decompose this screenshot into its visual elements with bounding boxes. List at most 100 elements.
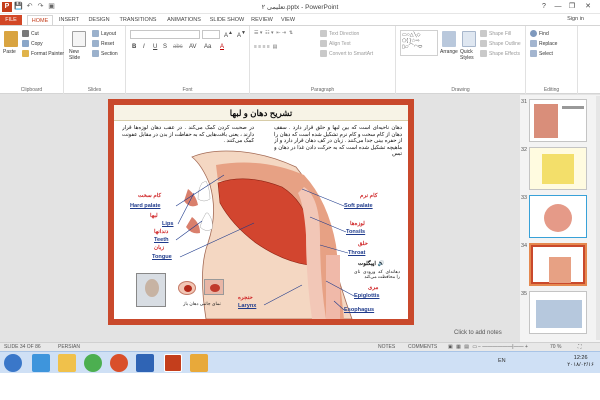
- system-clock[interactable]: 12:26 ۲۰۱۸/۰۲/۱۶: [567, 355, 594, 369]
- bold-button[interactable]: B: [132, 44, 136, 50]
- fit-slide-icon[interactable]: ⛶: [578, 344, 582, 350]
- underline-button[interactable]: U: [153, 44, 157, 50]
- alignment-buttons[interactable]: ≡ ≡ ≡ ≡ ▤: [254, 44, 277, 50]
- paintbrush-icon: [22, 50, 29, 57]
- paste-button[interactable]: Paste: [3, 49, 16, 55]
- thumb-32-image: [542, 154, 574, 184]
- strikethrough-button[interactable]: abc: [173, 44, 183, 50]
- thumb-number-31: 31: [521, 99, 528, 105]
- slide-thumbnail-pane: 31 32 33 34 35: [520, 95, 600, 342]
- copy-button[interactable]: Copy: [22, 40, 43, 47]
- cut-button[interactable]: Cut: [22, 30, 39, 37]
- tab-home[interactable]: HOME: [27, 15, 53, 25]
- tab-insert[interactable]: INSERT: [56, 15, 82, 25]
- language-indicator[interactable]: PERSIAN: [58, 344, 80, 350]
- word-icon[interactable]: [136, 354, 154, 372]
- clock-date: ۲۰۱۸/۰۲/۱۶: [567, 362, 594, 368]
- thumbnail-scrollbar[interactable]: [596, 96, 600, 340]
- throat-closeup-image[interactable]: [204, 279, 224, 295]
- notes-button[interactable]: NOTES: [378, 344, 395, 350]
- help-button[interactable]: ?: [538, 1, 550, 12]
- convert-smartart-button[interactable]: Convert to SmartArt: [320, 50, 373, 57]
- head-photo-image[interactable]: [136, 273, 166, 307]
- tab-review[interactable]: REVIEW: [249, 15, 275, 25]
- align-text-button[interactable]: Align Text: [320, 40, 351, 47]
- tab-file[interactable]: FILE: [0, 15, 22, 25]
- shapes-gallery[interactable]: ▭○△╲◇ ⬠{ }☆⇨ ▯▱⌒◠⬭: [400, 30, 438, 56]
- sign-in-link[interactable]: Sign in: [567, 16, 584, 22]
- media-player-icon[interactable]: [110, 354, 128, 372]
- paint-icon[interactable]: [190, 354, 208, 372]
- tab-view[interactable]: VIEW: [278, 15, 298, 25]
- slide-thumbnail-31[interactable]: [529, 99, 587, 142]
- reset-button[interactable]: Reset: [92, 40, 114, 47]
- thumb-number-34: 34: [521, 243, 528, 249]
- change-case-button[interactable]: Aa: [204, 44, 211, 50]
- input-language[interactable]: EN: [498, 358, 506, 364]
- smartart-icon: [320, 50, 327, 57]
- thumb-31-image: [534, 104, 558, 138]
- tab-transitions[interactable]: TRANSITIONS: [116, 15, 160, 25]
- slide-content: تشریح دهان و لبها دهان ناحیه‌ای است که ب…: [114, 105, 408, 319]
- section-button[interactable]: Section: [92, 50, 118, 57]
- powerpoint-taskbar-icon[interactable]: [164, 354, 182, 372]
- slide-editing-area[interactable]: تشریح دهان و لبها دهان ناحیه‌ای است که ب…: [0, 94, 600, 342]
- slide-thumbnail-35[interactable]: [529, 291, 587, 334]
- view-buttons[interactable]: ▣ ▦ ▤ ▭: [448, 344, 478, 350]
- chrome-icon[interactable]: [84, 354, 102, 372]
- bullets-button[interactable]: ☰ ▾ ☷ ▾ ⇤ ⇥ ⇅: [254, 30, 293, 36]
- format-painter-button[interactable]: Format Painter: [22, 50, 64, 57]
- tab-animations[interactable]: ANIMATIONS: [163, 15, 205, 25]
- grow-font-icon[interactable]: A▲: [224, 30, 233, 39]
- ie-icon[interactable]: [32, 354, 50, 372]
- quick-styles-icon[interactable]: [462, 31, 476, 47]
- restore-button[interactable]: ❐: [566, 1, 578, 12]
- ribbon-tabs: FILE HOME INSERT DESIGN TRANSITIONS ANIM…: [0, 14, 600, 25]
- quick-styles-button[interactable]: Quick Styles: [460, 49, 476, 61]
- slide-thumbnail-33[interactable]: [529, 195, 587, 238]
- tab-slide-show[interactable]: SLIDE SHOW: [208, 15, 246, 25]
- paint-bucket-icon: [480, 30, 487, 37]
- select-button[interactable]: Select: [530, 50, 553, 57]
- thumb-31-text: [562, 106, 584, 109]
- shape-outline-button[interactable]: Shape Outline: [480, 40, 521, 47]
- new-slide-icon[interactable]: [72, 31, 86, 47]
- open-mouth-image[interactable]: [178, 281, 196, 295]
- font-group: A▲ A▼ B I U S abc AV Aa A Font: [126, 26, 250, 94]
- font-size-dropdown[interactable]: [202, 30, 220, 39]
- font-color-button[interactable]: A: [220, 44, 224, 50]
- paste-icon[interactable]: [4, 31, 18, 47]
- paragraph-group: ☰ ▾ ☷ ▾ ⇤ ⇥ ⇅ ≡ ≡ ≡ ≡ ▤ Text Direction A…: [250, 26, 396, 94]
- shadow-button[interactable]: S: [163, 44, 167, 50]
- replace-button[interactable]: Replace: [530, 40, 557, 47]
- slide-thumbnail-32[interactable]: [529, 147, 587, 190]
- shape-effects-button[interactable]: Shape Effects: [480, 50, 520, 57]
- arrange-button[interactable]: Arrange: [440, 49, 458, 55]
- notes-placeholder[interactable]: Click to add notes: [454, 330, 502, 336]
- italic-button[interactable]: I: [143, 44, 145, 50]
- slide-thumbnail-34[interactable]: [529, 243, 587, 286]
- comments-button[interactable]: COMMENTS: [408, 344, 437, 350]
- layout-button[interactable]: Layout: [92, 30, 116, 37]
- arrange-icon[interactable]: [442, 31, 456, 47]
- shape-fill-button[interactable]: Shape Fill: [480, 30, 511, 37]
- drawing-group-label: Drawing: [451, 87, 470, 93]
- text-direction-button[interactable]: Text Direction: [320, 30, 359, 37]
- window-title: تعلیمی ۲.pptx - PowerPoint: [261, 4, 339, 11]
- file-explorer-icon[interactable]: [58, 354, 76, 372]
- font-name-dropdown[interactable]: [130, 30, 200, 39]
- start-button-icon[interactable]: [4, 354, 22, 372]
- zoom-level[interactable]: 70 %: [550, 344, 561, 350]
- new-slide-button[interactable]: New Slide: [69, 49, 91, 61]
- shrink-font-icon[interactable]: A▼: [237, 30, 246, 39]
- minimize-button[interactable]: —: [552, 1, 564, 12]
- char-spacing-button[interactable]: AV: [189, 44, 197, 50]
- close-button[interactable]: ✕: [582, 1, 594, 12]
- editing-group: Find Replace Select Editing: [526, 26, 578, 94]
- current-slide[interactable]: تشریح دهان و لبها دهان ناحیه‌ای است که ب…: [108, 99, 414, 325]
- find-button[interactable]: Find: [530, 30, 549, 37]
- drawing-group: ▭○△╲◇ ⬠{ }☆⇨ ▯▱⌒◠⬭ Arrange Quick Styles Sh…: [396, 26, 526, 94]
- tab-design[interactable]: DESIGN: [85, 15, 113, 25]
- zoom-slider[interactable]: − ——————|—— +: [478, 344, 528, 350]
- face-icon: [145, 279, 159, 297]
